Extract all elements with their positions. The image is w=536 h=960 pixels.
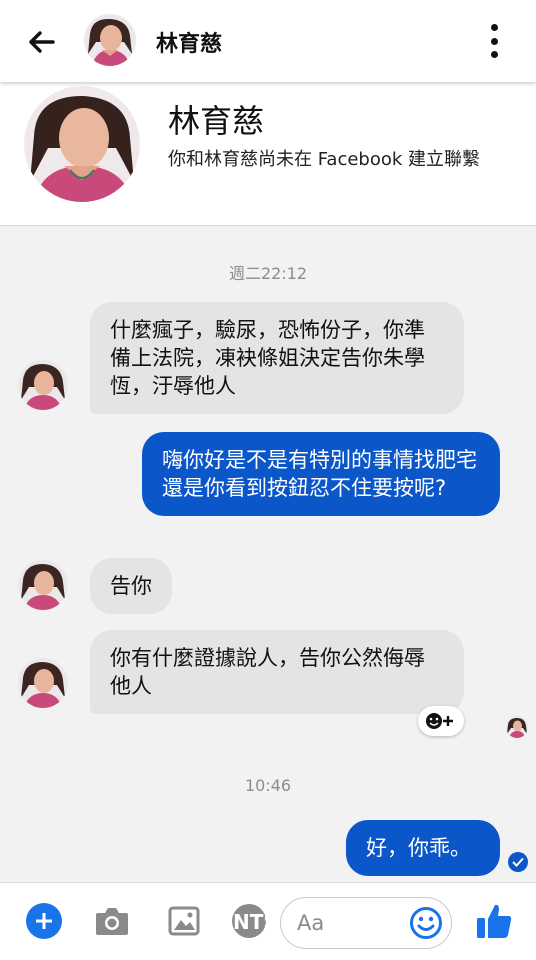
arrow-left-icon	[29, 31, 55, 53]
sender-avatar[interactable]	[18, 560, 68, 610]
incoming-message[interactable]: 你有什麼證據說人，告你公然侮辱他人	[90, 630, 464, 714]
add-reaction-button[interactable]	[418, 706, 464, 736]
message-list[interactable]: 週二22:12 什麼瘋子，驗尿，恐怖份子，你準備上法院，凍袂條姐決定告你朱學恆，…	[0, 226, 536, 882]
profile-name: 林育慈	[168, 102, 265, 140]
plus-icon	[36, 913, 52, 929]
image-icon	[168, 906, 200, 936]
delivered-check-icon	[508, 852, 528, 872]
contact-name[interactable]: 林育慈	[156, 26, 222, 58]
incoming-message[interactable]: 什麼瘋子，驗尿，恐怖份子，你準備上法院，凍袂條姐決定告你朱學恆，汙辱他人	[90, 302, 464, 414]
timestamp: 週二22:12	[228, 264, 308, 283]
chat-header: 林育慈	[0, 0, 536, 82]
camera-icon	[96, 908, 128, 935]
add-reaction-icon	[426, 713, 453, 729]
back-button[interactable]	[22, 22, 62, 62]
image-button[interactable]	[164, 901, 204, 941]
contact-avatar[interactable]	[84, 14, 136, 66]
sticker-icon: NTS	[232, 904, 268, 938]
outgoing-message[interactable]: 好，你乖。	[346, 820, 500, 876]
camera-button[interactable]	[92, 901, 132, 941]
sender-avatar[interactable]	[18, 658, 68, 708]
sticker-button[interactable]: NTS	[230, 901, 268, 941]
thumbs-up-icon[interactable]	[474, 901, 514, 941]
connection-note: 你和林育慈尚未在 Facebook 建立聯繫	[168, 149, 481, 170]
sender-avatar[interactable]	[18, 360, 68, 410]
profile-card: 林育慈 你和林育慈尚未在 Facebook 建立聯繫	[0, 82, 536, 226]
plus-button[interactable]	[26, 903, 62, 939]
profile-avatar[interactable]	[24, 86, 140, 202]
emoji-icon[interactable]	[409, 906, 443, 940]
message-input[interactable]	[297, 908, 407, 938]
kebab-menu-icon[interactable]	[478, 20, 510, 62]
timestamp: 10:46	[244, 776, 292, 795]
outgoing-message[interactable]: 嗨你好是不是有特別的事情找肥宅還是你看到按鈕忍不住要按呢?	[142, 432, 500, 516]
svg-text:NTS: NTS	[233, 910, 268, 934]
seen-indicator-avatar	[506, 716, 528, 738]
message-composer: NTS	[0, 882, 536, 960]
incoming-message[interactable]: 告你	[90, 558, 172, 614]
message-input-wrapper	[280, 897, 452, 949]
